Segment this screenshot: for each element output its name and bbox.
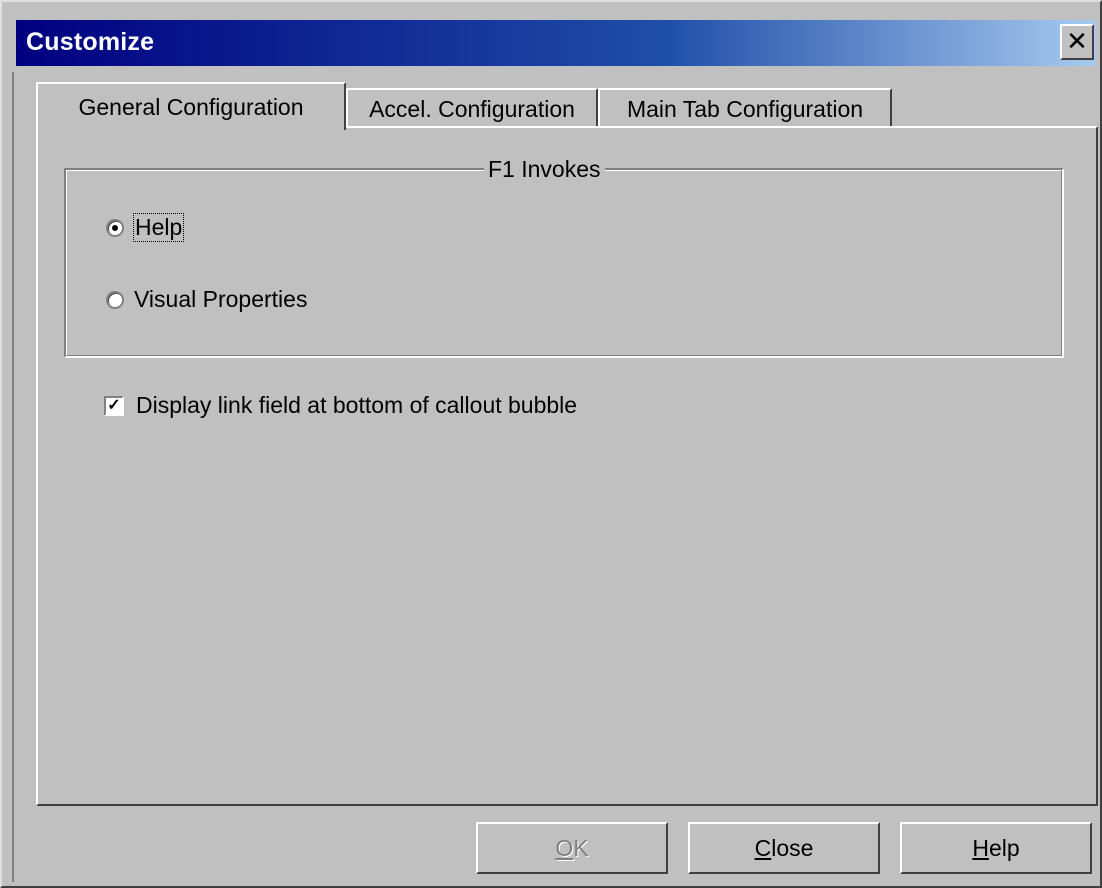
radio-label: Visual Properties <box>134 286 308 312</box>
display-link-field-checkbox-row[interactable]: ✓ Display link field at bottom of callou… <box>104 392 577 419</box>
ok-mnemonic: O <box>555 834 574 861</box>
radio-option-help[interactable]: Help <box>106 213 185 242</box>
help-button[interactable]: Help <box>900 822 1092 874</box>
tab-label: Accel. Configuration <box>369 95 575 122</box>
radio-button[interactable] <box>106 218 124 237</box>
title-bar[interactable]: Customize ✕ <box>16 20 1096 66</box>
check-icon: ✓ <box>107 396 121 414</box>
tab-label: Main Tab Configuration <box>626 95 864 122</box>
ok-button[interactable]: OK <box>476 822 668 874</box>
close-button[interactable]: Close <box>688 822 880 874</box>
tab-general-configuration[interactable]: General Configuration <box>36 82 346 130</box>
radio-option-visual-properties[interactable]: Visual Properties <box>106 286 307 313</box>
radio-label: Help <box>132 213 185 242</box>
close-glyph: ✕ <box>1066 27 1088 57</box>
close-label-rest: lose <box>771 834 814 861</box>
tab-main-tab-configuration[interactable]: Main Tab Configuration <box>598 88 892 128</box>
tab-accel-configuration[interactable]: Accel. Configuration <box>346 88 598 128</box>
checkbox-label: Display link field at bottom of callout … <box>136 392 578 418</box>
tab-label: General Configuration <box>78 93 304 120</box>
left-separator <box>12 72 14 882</box>
close-mnemonic: C <box>754 834 772 861</box>
customize-dialog: Customize ✕ General Configuration Accel.… <box>0 0 1102 888</box>
checkbox[interactable]: ✓ <box>104 395 124 416</box>
group-label: F1 Invokes <box>484 156 605 183</box>
f1-invokes-groupbox <box>64 168 1064 358</box>
ok-label-rest: K <box>573 834 589 861</box>
window-title: Customize <box>26 28 155 56</box>
help-label-rest: elp <box>988 834 1020 861</box>
close-icon[interactable]: ✕ <box>1060 24 1094 60</box>
radio-button[interactable] <box>106 290 124 309</box>
help-mnemonic: H <box>972 834 989 861</box>
